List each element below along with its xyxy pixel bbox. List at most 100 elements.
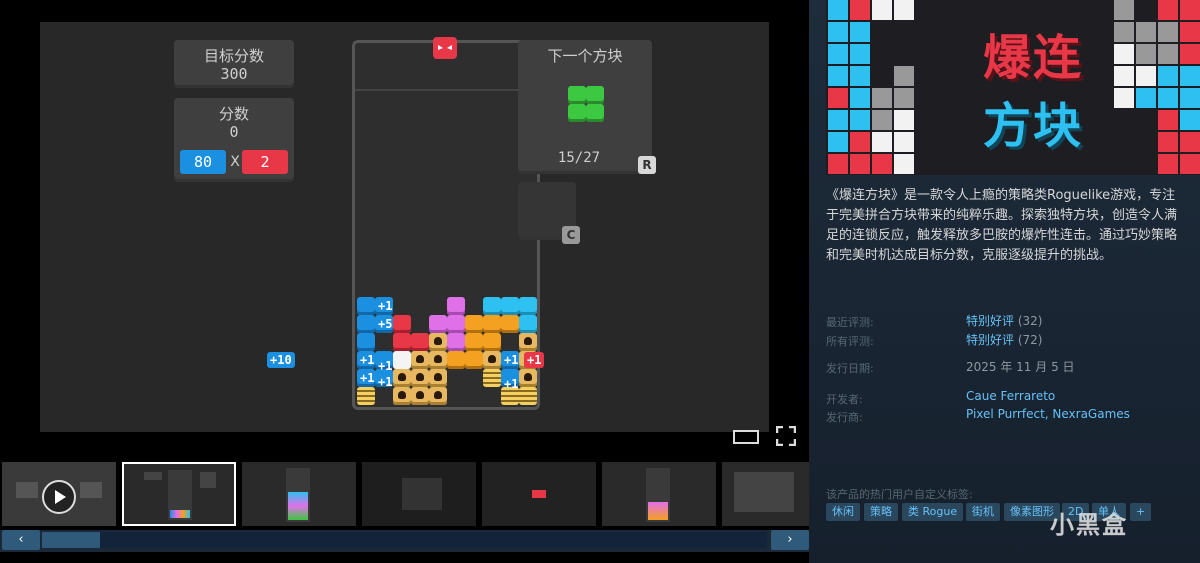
target-score-panel: 目标分数 300 <box>174 40 294 88</box>
block <box>465 333 483 351</box>
mult-value: 2 <box>242 150 288 174</box>
capsule-title-line2: 方块 <box>982 98 1083 154</box>
block <box>429 369 447 387</box>
release-date-value: 2025 年 11 月 5 日 <box>966 360 1075 374</box>
tag-arcade[interactable]: 街机 <box>966 503 1000 521</box>
recent-reviews-count: (32) <box>1017 314 1043 328</box>
block <box>411 387 429 405</box>
score-panel: 分数 0 80 X 2 <box>174 98 294 182</box>
tag-more-button[interactable]: + <box>1130 503 1152 521</box>
media-viewer: 目标分数 300 分数 0 80 X 2 +1 +5 +1 +1 +1 +1 +… <box>0 0 809 563</box>
block <box>357 297 375 315</box>
block <box>393 369 411 387</box>
game-description: 《爆连方块》是一款令人上瘾的策略类Roguelike游戏，专注于完美拼合方块带来… <box>826 188 1178 263</box>
block <box>519 297 537 315</box>
block <box>393 333 411 351</box>
score-value: 0 <box>229 123 239 141</box>
block <box>447 351 465 369</box>
block <box>501 297 519 315</box>
block <box>429 333 447 351</box>
thumbnail-2[interactable] <box>242 462 356 526</box>
block <box>429 315 447 333</box>
block <box>357 315 375 333</box>
block <box>483 369 501 387</box>
block <box>411 369 429 387</box>
all-reviews-summary[interactable]: 特别好评 (72) <box>966 331 1042 348</box>
next-piece-panel: 下一个方块 15/27 R <box>518 40 656 174</box>
block-bonus-tag: +1 <box>504 377 519 391</box>
next-piece-label: 下一个方块 <box>547 47 623 65</box>
user-tags-label: 该产品的热门用户自定义标签: <box>826 488 973 501</box>
block-bonus-tag: +1 <box>378 375 393 389</box>
block <box>357 333 375 351</box>
tag-strategy[interactable]: 策略 <box>864 503 898 521</box>
game-board: +1 +5 +1 +1 +1 +1 +1 +1 <box>352 37 540 410</box>
publisher-link[interactable]: Pixel Purrfect, NexraGames <box>966 407 1130 421</box>
block <box>465 315 483 333</box>
block-bonus-tag: +1 <box>378 299 393 313</box>
tag-casual[interactable]: 休闲 <box>826 503 860 521</box>
publisher-label: 发行商: <box>826 411 863 424</box>
scroll-right-button[interactable]: › <box>771 530 809 550</box>
thumbnail-4[interactable] <box>482 462 596 526</box>
block <box>465 351 483 369</box>
piece-counter: 15/27 <box>557 150 601 166</box>
recent-reviews-summary[interactable]: 特别好评 (32) <box>966 312 1042 329</box>
block-bonus-tag: +1 <box>504 353 519 367</box>
recent-reviews-label: 最近评测: <box>826 316 874 329</box>
chips-value: 80 <box>180 150 226 174</box>
block <box>519 333 537 351</box>
rotate-key-hint: R <box>638 156 656 174</box>
game-info-pane: 爆连 方块 《爆连方块》是一款令人上瘾的策略类Roguelike游戏，专注于完美… <box>809 0 1200 563</box>
thumbnail-6[interactable] <box>722 462 809 526</box>
block <box>411 333 429 351</box>
hold-slot: C <box>518 182 580 244</box>
header-capsule-image: 爆连 方块 <box>826 0 1200 175</box>
thumbnail-scrollbar: ‹ › <box>0 530 809 552</box>
all-reviews-value[interactable]: 特别好评 <box>966 333 1014 347</box>
all-reviews-count: (72) <box>1017 333 1043 347</box>
block <box>393 387 411 405</box>
block <box>447 333 465 351</box>
scroll-left-button[interactable]: ‹ <box>2 530 40 550</box>
block <box>483 297 501 315</box>
block <box>447 315 465 333</box>
multiply-sign: X <box>230 154 240 170</box>
play-icon[interactable] <box>42 480 76 514</box>
score-popup-right: +1 <box>524 352 545 368</box>
fullscreen-icon[interactable] <box>775 425 797 447</box>
next-piece-preview <box>568 86 604 122</box>
score-popup-left: +10 <box>267 352 295 368</box>
block <box>447 297 465 315</box>
tag-roguelike[interactable]: 类 Rogue <box>902 503 964 521</box>
recent-reviews-value[interactable]: 特别好评 <box>966 314 1014 328</box>
block <box>519 369 537 387</box>
thumbnail-3[interactable] <box>362 462 476 526</box>
thumbnail-5[interactable] <box>602 462 716 526</box>
theater-mode-icon[interactable] <box>733 430 759 444</box>
scroll-track[interactable] <box>42 532 767 548</box>
release-date-label: 发行日期: <box>826 362 874 375</box>
block <box>483 315 501 333</box>
developer-label: 开发者: <box>826 393 863 406</box>
scroll-thumb[interactable] <box>42 532 100 548</box>
thumbnail-video[interactable] <box>2 462 116 526</box>
block <box>393 351 411 369</box>
block <box>519 387 537 405</box>
thumbnail-1-selected[interactable] <box>122 462 236 526</box>
developer-link[interactable]: Caue Ferrareto <box>966 389 1055 403</box>
thumbnail-strip <box>0 458 809 528</box>
block <box>357 387 375 405</box>
main-screenshot[interactable]: 目标分数 300 分数 0 80 X 2 +1 +5 +1 +1 +1 +1 +… <box>40 22 769 432</box>
hold-key-hint: C <box>562 226 580 244</box>
block-bonus-tag: +1 <box>378 359 393 373</box>
block <box>501 315 519 333</box>
target-score-label: 目标分数 <box>203 47 264 65</box>
watermark-text: 小黑盒 <box>1050 511 1128 539</box>
block <box>411 351 429 369</box>
angry-face-icon <box>433 37 457 59</box>
target-score-value: 300 <box>220 65 248 83</box>
score-label: 分数 <box>218 105 249 123</box>
store-page: 目标分数 300 分数 0 80 X 2 +1 +5 +1 +1 +1 +1 +… <box>0 0 1200 563</box>
block <box>393 315 411 333</box>
